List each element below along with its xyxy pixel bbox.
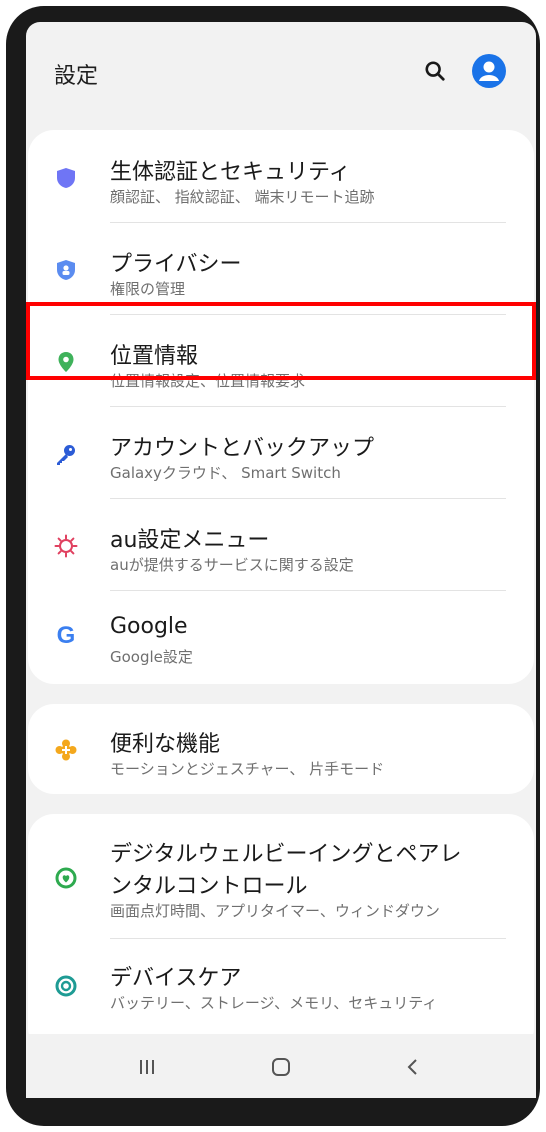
- item-label: アカウントとバックアップ: [110, 436, 375, 461]
- navigation-bar: [26, 1034, 536, 1098]
- item-subtitle: auが提供するサービスに関する設定: [110, 556, 354, 574]
- item-subtitle: Google設定: [110, 648, 193, 666]
- item-label: 生体認証とセキュリティ: [110, 160, 351, 185]
- list-item-advanced-features[interactable]: 便利な機能 モーションとジェスチャー、 片手モード: [28, 704, 534, 794]
- header: 設定: [26, 22, 536, 122]
- item-subtitle: 顔認証、 指紋認証、 端末リモート追跡: [110, 188, 375, 206]
- settings-card-features: 便利な機能 モーションとジェスチャー、 片手モード: [28, 704, 534, 794]
- item-label: au設定メニュー: [110, 528, 270, 553]
- settings-card-wellbeing: デジタルウェルビーイングとペアレ ンタルコントロール 画面点灯時間、アプリタイマ…: [28, 814, 534, 1054]
- item-subtitle: 権限の管理: [110, 280, 186, 298]
- google-icon: G: [56, 622, 76, 649]
- plus-gear-icon: [55, 739, 77, 761]
- list-item-biometrics-security[interactable]: 生体認証とセキュリティ 顔認証、 指紋認証、 端末リモート追跡: [28, 130, 534, 222]
- key-icon: [57, 445, 75, 465]
- list-item-accounts-backup[interactable]: アカウントとバックアップ Galaxyクラウド、 Smart Switch: [28, 406, 534, 498]
- page-title: 設定: [54, 64, 99, 89]
- item-label: 便利な機能: [110, 732, 221, 757]
- back-icon[interactable]: [398, 1052, 428, 1082]
- wellbeing-icon: [55, 867, 77, 889]
- list-item-privacy[interactable]: プライバシー 権限の管理: [28, 222, 534, 314]
- item-label: プライバシー: [110, 252, 242, 277]
- recent-apps-icon[interactable]: [132, 1052, 162, 1082]
- item-subtitle: モーションとジェスチャー、 片手モード: [110, 760, 385, 778]
- sun-gear-icon: [54, 534, 78, 558]
- shield-icon: [57, 168, 75, 188]
- list-item-au-settings[interactable]: au設定メニュー auが提供するサービスに関する設定: [28, 498, 534, 590]
- settings-card-security: 生体認証とセキュリティ 顔認証、 指紋認証、 端末リモート追跡 プライバシー 権…: [28, 130, 534, 684]
- list-item-google[interactable]: G Google Google設定: [28, 590, 534, 684]
- privacy-shield-icon: [57, 260, 75, 280]
- item-subtitle: バッテリー、ストレージ、メモリ、セキュリティ: [110, 994, 438, 1012]
- item-label: Google: [110, 614, 188, 639]
- item-label-continued: ンタルコントロール: [110, 874, 308, 899]
- home-icon[interactable]: [266, 1052, 296, 1082]
- item-label: デジタルウェルビーイングとペアレ: [110, 842, 462, 867]
- profile-avatar-icon[interactable]: [472, 54, 506, 88]
- list-item-digital-wellbeing[interactable]: デジタルウェルビーイングとペアレ ンタルコントロール 画面点灯時間、アプリタイマ…: [28, 814, 534, 938]
- device-care-icon: [55, 975, 77, 997]
- list-item-device-care[interactable]: デバイスケア バッテリー、ストレージ、メモリ、セキュリティ: [28, 938, 534, 1030]
- item-subtitle: Galaxyクラウド、 Smart Switch: [110, 464, 341, 482]
- location-highlight-box: [26, 302, 536, 380]
- settings-screen: 設定 生体認証とセキュリティ 顔認証、 指紋認証、 端末リモート追跡 プライバシ…: [26, 22, 536, 1098]
- item-label: デバイスケア: [110, 966, 242, 991]
- item-subtitle: 画面点灯時間、アプリタイマー、ウィンドダウン: [110, 902, 440, 920]
- search-icon[interactable]: [424, 60, 446, 82]
